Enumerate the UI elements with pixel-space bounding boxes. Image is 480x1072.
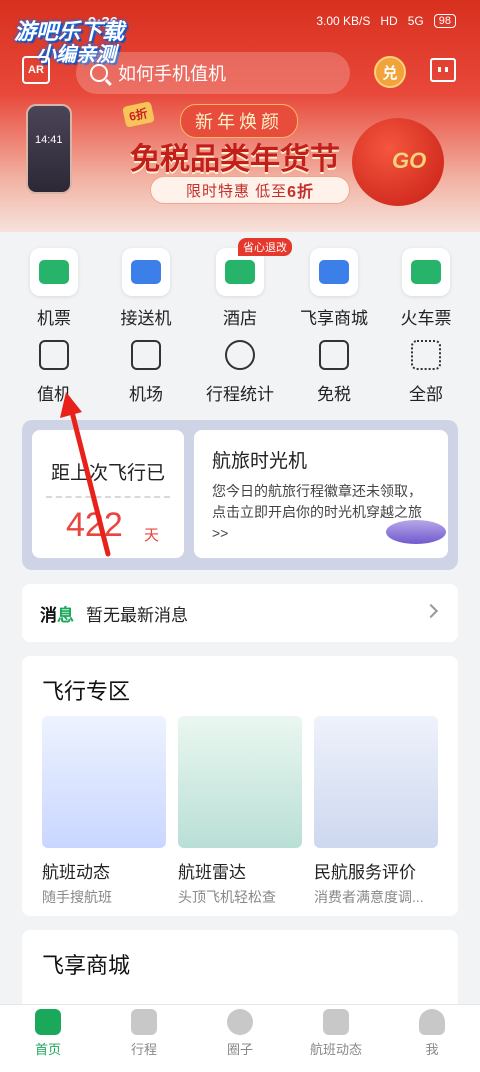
flight-status-illustration (42, 716, 166, 848)
redeem-coin-button[interactable]: 兑 (374, 56, 406, 88)
ufo-icon (386, 520, 446, 544)
card-flight-radar[interactable]: 航班雷达 头顶飞机轻松查 (178, 716, 302, 907)
plane-icon (323, 1009, 349, 1035)
battery-icon: 98 (433, 14, 456, 28)
service-duty-free[interactable]: 免税 (286, 340, 382, 405)
search-bar[interactable]: 如何手机值机 (76, 52, 350, 94)
flight-zone-section: 飞行专区 航班动态 随手搜航班 航班雷达 头顶飞机轻松查 民航服务评价 消费者满… (22, 656, 458, 916)
bottom-nav: 首页 行程 圈子 航班动态 我 (0, 1004, 480, 1072)
train-icon (411, 260, 441, 284)
service-airport-transfer[interactable]: 接送机 (98, 248, 194, 329)
service-flights[interactable]: 机票 (6, 248, 102, 329)
clipboard-illustration (314, 716, 438, 848)
service-train[interactable]: 火车票 (378, 248, 474, 329)
plane-icon (39, 260, 69, 284)
chevron-right-icon (423, 603, 439, 619)
last-flight-panel: 距上次飞行已 422 天 (32, 430, 184, 558)
net-speed: 3.00 KB/S (316, 14, 371, 28)
service-mall[interactable]: 飞享商城 (286, 248, 382, 329)
message-text: 暂无最新消息 (86, 605, 188, 625)
phone-illustration: 14:41 (26, 104, 72, 194)
message-label-2: 息 (57, 605, 74, 625)
hd-icon: HD (380, 14, 398, 28)
days-unit: 天 (144, 527, 160, 544)
cart-icon (319, 260, 349, 284)
tab-flight-status[interactable]: 航班动态 (288, 1009, 384, 1058)
time-machine-title: 航旅时光机 (212, 451, 308, 472)
service-all[interactable]: 全部 (378, 340, 474, 405)
shop-icon (319, 340, 349, 370)
pie-chart-icon (225, 340, 255, 370)
airport-icon (131, 340, 161, 370)
service-checkin[interactable]: 值机 (6, 340, 102, 405)
badge-free-cancel: 省心退改 (238, 238, 292, 256)
card-flight-status[interactable]: 航班动态 随手搜航班 (42, 716, 166, 907)
map-pin-illustration (178, 716, 302, 848)
banner-title[interactable]: 免税品类年货节 (130, 134, 340, 178)
car-icon (131, 260, 161, 284)
top-banner-area: 9:36 3.00 KB/S HD 5G 98 游吧乐下载 小编亲测 AR 如何… (0, 0, 480, 232)
service-airport[interactable]: 机场 (98, 340, 194, 405)
search-icon (90, 64, 108, 82)
phone-time: 14:41 (35, 134, 63, 146)
tab-me[interactable]: 我 (384, 1009, 480, 1058)
ar-scan-button[interactable]: AR (22, 56, 50, 84)
mall-title: 飞享商城 (42, 953, 131, 978)
message-label-1: 消 (40, 605, 57, 625)
lantern-illustration: GO (352, 118, 444, 206)
discount-tag: 6折 (122, 101, 155, 128)
search-placeholder: 如何手机值机 (118, 64, 226, 84)
checkin-icon (39, 340, 69, 370)
service-hotel[interactable]: 省心退改 酒店 (192, 238, 292, 329)
tab-home[interactable]: 首页 (0, 1009, 96, 1058)
grid-icon (411, 340, 441, 370)
suitcase-icon (131, 1009, 157, 1035)
status-icons: 3.00 KB/S HD 5G 98 (316, 14, 456, 28)
message-bar[interactable]: 消 息 暂无最新消息 (22, 584, 458, 642)
time-machine-panel[interactable]: 航旅时光机 您今日的航旅行程徽章还未领取，点击立即开启你的时光机穿越之旅 >> (194, 430, 448, 558)
tab-trips[interactable]: 行程 (96, 1009, 192, 1058)
days-count: 422 (66, 506, 123, 544)
chat-bubble-icon (227, 1009, 253, 1035)
card-service-review[interactable]: 民航服务评价 消费者满意度调... (314, 716, 438, 907)
hotel-icon (225, 260, 255, 284)
last-flight-label: 距上次飞行已 (50, 463, 165, 484)
message-icon[interactable] (430, 58, 456, 82)
banner-tag[interactable]: 新年焕颜 (180, 104, 298, 138)
time-machine-card[interactable]: 距上次飞行已 422 天 航旅时光机 您今日的航旅行程徽章还未领取，点击立即开启… (22, 420, 458, 570)
tab-circle[interactable]: 圈子 (192, 1009, 288, 1058)
service-trip-stats[interactable]: 行程统计 (192, 340, 288, 405)
user-icon (419, 1009, 445, 1035)
home-icon (35, 1009, 61, 1035)
flight-zone-title: 飞行专区 (42, 679, 131, 704)
banner-subtitle[interactable]: 限时特惠 低至 6折 (150, 176, 350, 204)
signal-icon: 5G (407, 14, 424, 28)
